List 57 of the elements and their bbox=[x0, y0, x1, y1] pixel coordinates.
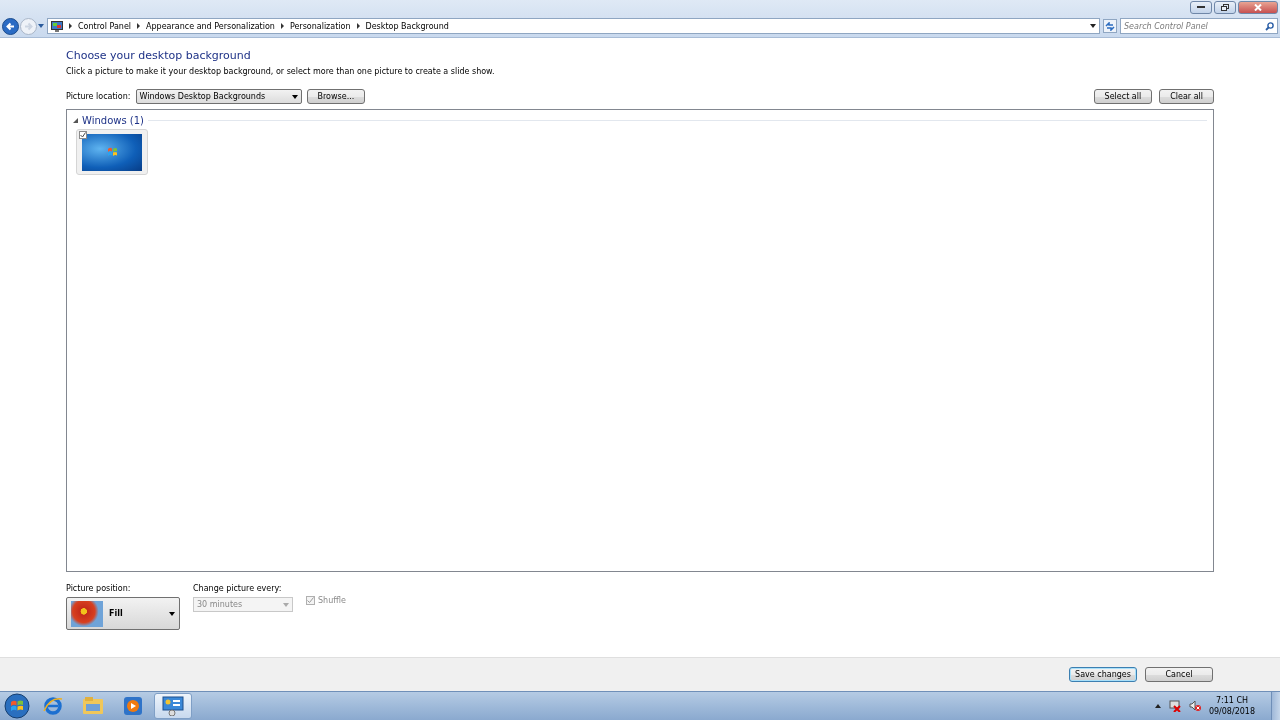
search-icon[interactable] bbox=[1265, 22, 1274, 31]
start-button[interactable] bbox=[2, 693, 32, 719]
breadcrumb-item[interactable]: Control Panel bbox=[78, 21, 132, 31]
minimize-button[interactable] bbox=[1190, 1, 1212, 14]
checkbox-label: Shuffle bbox=[318, 596, 346, 605]
check-icon bbox=[80, 132, 86, 138]
breadcrumb-item[interactable]: Desktop Background bbox=[365, 21, 449, 31]
picture-checkbox[interactable] bbox=[79, 131, 87, 139]
group-header[interactable]: Windows (1) bbox=[82, 115, 144, 126]
close-icon bbox=[1254, 4, 1262, 11]
breadcrumb-item[interactable]: Personalization bbox=[289, 21, 351, 31]
refresh-icon bbox=[1105, 21, 1115, 31]
address-bar[interactable]: Control Panel Appearance and Personalization Personalization Desktop Background bbox=[47, 18, 1100, 34]
clock[interactable]: 7:11 CH 09/08/2018 bbox=[1208, 695, 1255, 717]
restore-icon bbox=[1221, 4, 1229, 11]
recent-pages-icon[interactable] bbox=[38, 24, 44, 28]
select-all-button[interactable]: Select all bbox=[1093, 89, 1153, 104]
picture-position-dropdown[interactable]: Fill bbox=[66, 597, 180, 630]
search-field[interactable]: Search Control Panel bbox=[1120, 18, 1278, 34]
photo-placeholder bbox=[71, 600, 103, 627]
dialog-button[interactable]: Cancel bbox=[1145, 667, 1213, 682]
dialog-button[interactable]: Save changes bbox=[1069, 667, 1137, 682]
chevron-icon[interactable] bbox=[136, 23, 142, 29]
chevron-icon[interactable] bbox=[68, 23, 73, 29]
minimize-icon bbox=[1197, 6, 1205, 9]
back-button[interactable] bbox=[2, 17, 19, 35]
control-panel-icon bbox=[162, 696, 184, 716]
globe-icon bbox=[42, 695, 64, 717]
control-panel-icon bbox=[51, 20, 63, 32]
chevron-icon[interactable] bbox=[279, 23, 285, 29]
instruction-text: Click a picture to make it your desktop background, or select more than one picture to create a slide show. bbox=[66, 67, 496, 76]
check-icon bbox=[307, 597, 314, 604]
dropdown-arrow-icon bbox=[169, 611, 175, 616]
refresh-button[interactable] bbox=[1103, 19, 1117, 33]
taskbar-button[interactable] bbox=[154, 693, 192, 719]
field-label: Picture position: bbox=[66, 584, 132, 593]
dropdown-arrow-icon bbox=[291, 94, 298, 99]
show-hidden-icons-button[interactable] bbox=[1154, 704, 1161, 708]
picture-location-dropdown[interactable]: Windows Desktop Backgrounds bbox=[135, 89, 302, 104]
dropdown-arrow-icon bbox=[283, 602, 289, 607]
restore-button[interactable] bbox=[1214, 1, 1236, 14]
windows-logo-icon bbox=[106, 147, 118, 157]
field-label: Picture location: bbox=[66, 92, 131, 101]
breadcrumb-item[interactable]: Appearance and Personalization bbox=[146, 21, 275, 31]
picture-tile[interactable] bbox=[76, 129, 148, 175]
browse-button[interactable]: Browse... bbox=[306, 89, 366, 104]
dropdown-arrow-icon[interactable] bbox=[1090, 24, 1096, 28]
network-error-icon[interactable] bbox=[1168, 700, 1181, 712]
play-icon bbox=[123, 696, 143, 716]
clear-all-button[interactable]: Clear all bbox=[1159, 89, 1214, 104]
close-button[interactable] bbox=[1238, 1, 1278, 14]
expander-icon[interactable] bbox=[73, 118, 78, 123]
folder-icon bbox=[82, 696, 104, 716]
chevron-icon[interactable] bbox=[355, 23, 361, 29]
field-label: Change picture every: bbox=[193, 584, 283, 593]
page-heading: Choose your desktop background bbox=[66, 49, 252, 62]
speaker-muted-icon[interactable] bbox=[1188, 700, 1201, 712]
